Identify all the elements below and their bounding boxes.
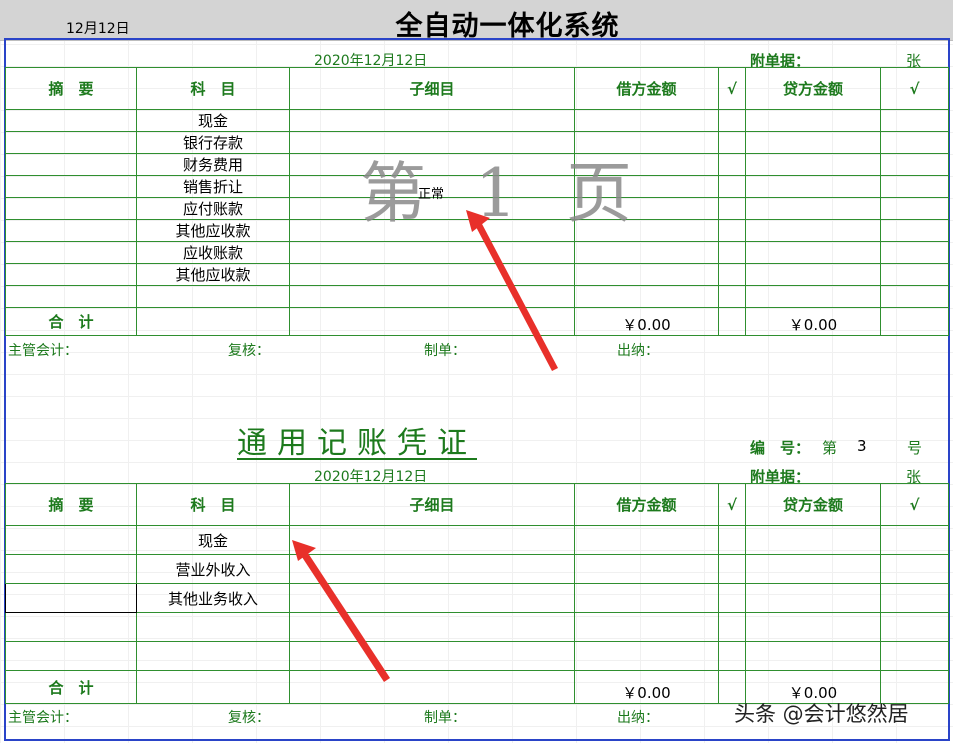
spreadsheet-sheet: 12月12日 全自动一体化系统 2020年12月12日 附单据： 张 摘 要 科…: [0, 0, 953, 743]
arrow-to-cash: [292, 540, 390, 682]
annotation-arrows: [292, 210, 558, 682]
footer-watermark: 头条 @会计悠然居: [734, 702, 909, 726]
arrow-to-watermark: [466, 210, 558, 371]
